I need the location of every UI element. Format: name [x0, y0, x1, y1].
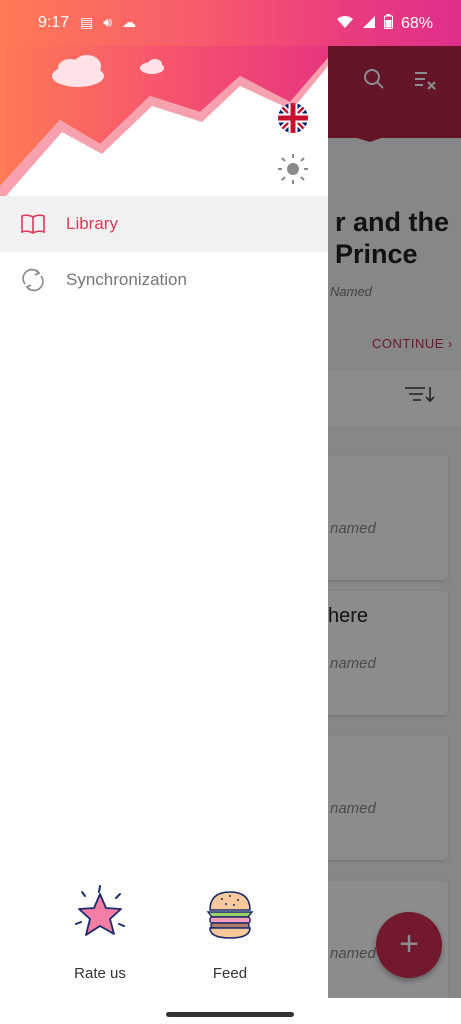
- menu-item-library[interactable]: Library: [0, 196, 328, 252]
- sync-icon: [18, 265, 48, 295]
- theme-toggle[interactable]: [276, 152, 310, 186]
- battery-percent: 68%: [400, 15, 433, 32]
- status-system: 68%: [336, 14, 433, 34]
- menu-item-synchronization[interactable]: Synchronization: [0, 252, 328, 308]
- status-bar: 9:17 ▤ 🔊︎ ☁ 68%: [0, 0, 461, 46]
- wifi-icon: [336, 15, 354, 34]
- signal-icon: [362, 15, 376, 34]
- rate-us-label: Rate us: [74, 965, 126, 982]
- menu-label: Library: [66, 214, 118, 233]
- notes-icon: ▤: [80, 14, 94, 30]
- book-icon: [18, 209, 48, 239]
- drawer-actions: Rate us Feed: [0, 884, 328, 984]
- cloud-icon: ☁: [122, 14, 137, 30]
- language-button[interactable]: [278, 103, 308, 133]
- star-icon: [75, 885, 125, 936]
- navigation-drawer: Library Synchronization Rate us Feed: [0, 46, 328, 998]
- rate-us-button[interactable]: Rate us: [60, 884, 140, 982]
- status-time: 9:17: [38, 14, 70, 31]
- volume-icon: 🔊︎: [103, 14, 113, 30]
- feed-button[interactable]: Feed: [190, 884, 270, 982]
- feed-label: Feed: [212, 965, 248, 982]
- burger-icon: [206, 891, 254, 939]
- menu-label: Synchronization: [66, 270, 187, 289]
- status-notifications: ▤ 🔊︎ ☁: [80, 14, 136, 31]
- battery-icon: [383, 14, 393, 34]
- system-nav-bar: [0, 998, 461, 1024]
- sun-icon: [278, 154, 308, 184]
- uk-flag-icon: [278, 103, 308, 133]
- home-gesture-handle[interactable]: [166, 1012, 294, 1017]
